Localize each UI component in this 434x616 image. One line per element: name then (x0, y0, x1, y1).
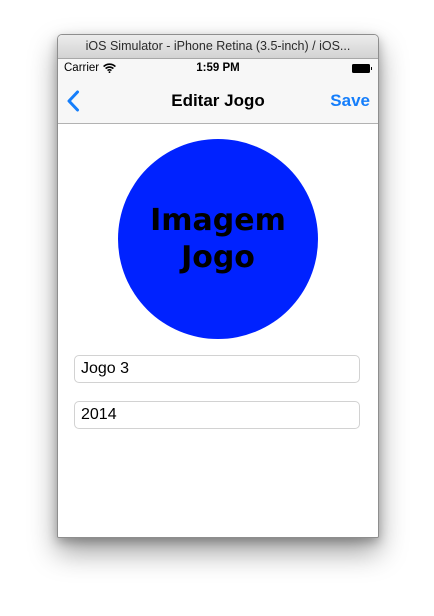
game-image-label: Imagem Jogo (150, 203, 286, 275)
game-name-field[interactable] (74, 355, 360, 383)
iphone-screen: Carrier 1:59 PM Editar Jogo Save Imagem … (58, 59, 378, 537)
battery-icon (352, 64, 372, 73)
status-bar: Carrier 1:59 PM (58, 59, 378, 79)
status-time: 1:59 PM (196, 62, 240, 74)
game-year-field[interactable] (74, 401, 360, 429)
window-titlebar[interactable]: iOS Simulator - iPhone Retina (3.5-inch)… (58, 35, 378, 59)
game-image-placeholder[interactable]: Imagem Jogo (118, 139, 318, 339)
save-button[interactable]: Save (330, 79, 370, 123)
navigation-bar: Editar Jogo Save (58, 79, 378, 124)
simulator-window: iOS Simulator - iPhone Retina (3.5-inch)… (57, 34, 379, 538)
